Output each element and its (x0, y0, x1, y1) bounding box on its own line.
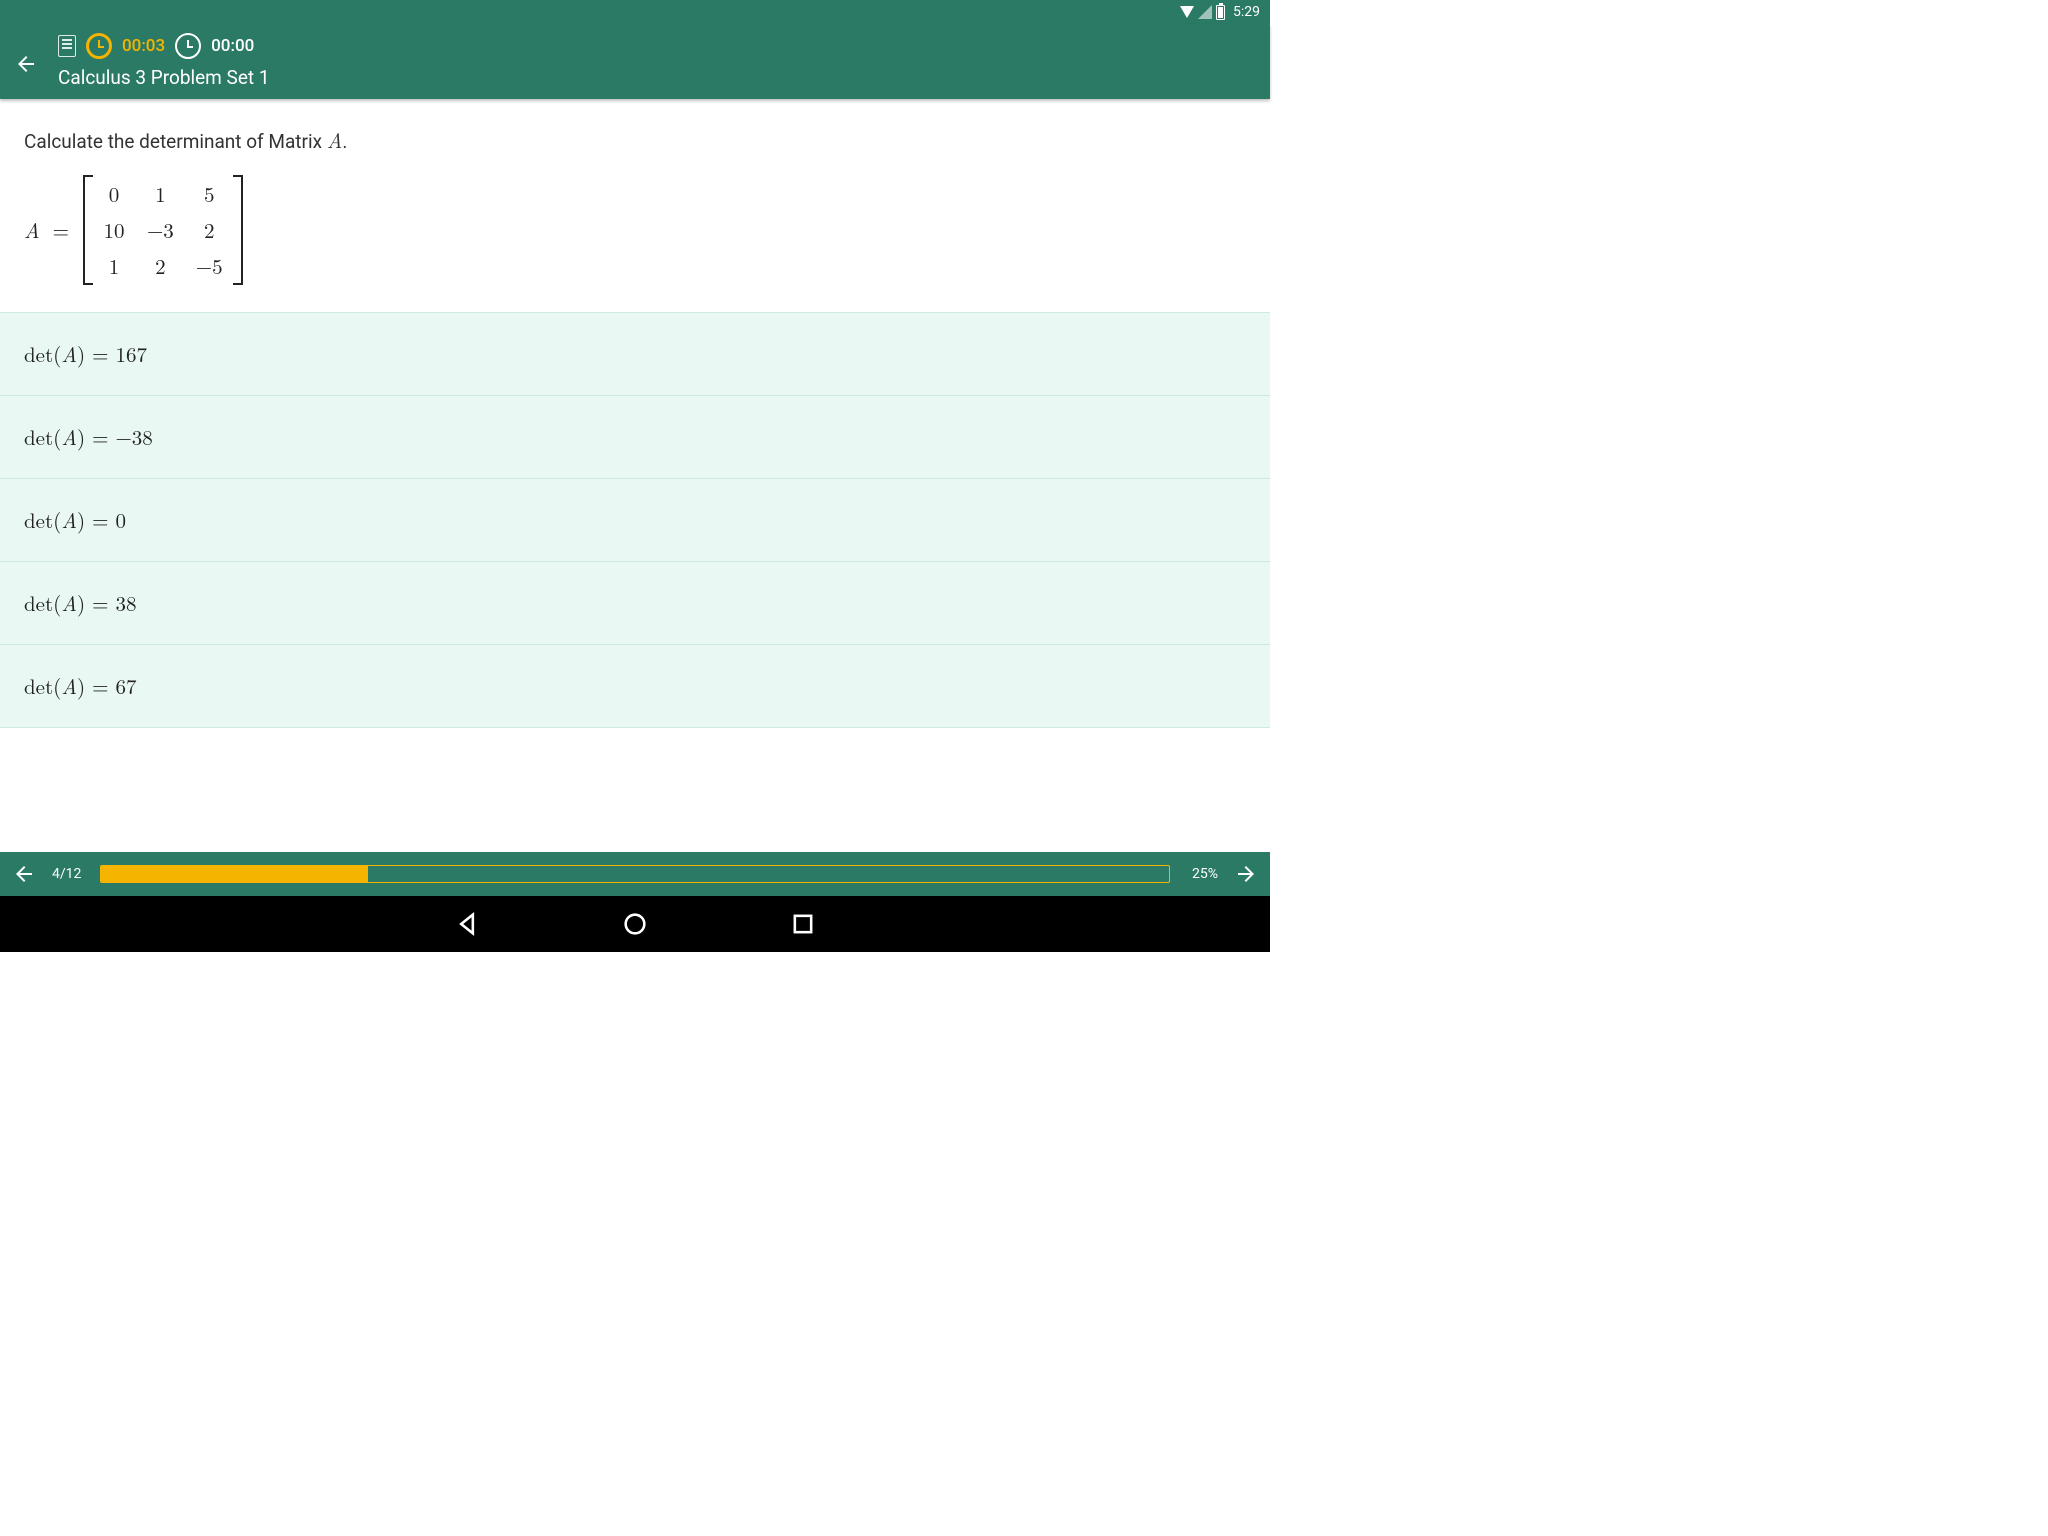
total-time: 00:00 (211, 36, 254, 56)
m00: 0 (103, 179, 125, 209)
answer-option-4[interactable]: det(A) = 67 (0, 644, 1270, 728)
answer-value: 167 (115, 339, 147, 369)
bracket-right-icon (233, 175, 243, 285)
prompt-prefix: Calculate the determinant of Matrix (24, 130, 327, 153)
elapsed-timer-icon (86, 33, 112, 59)
signal-icon (1198, 5, 1212, 19)
circle-home-icon (621, 910, 649, 938)
prompt-symbol: A (327, 125, 343, 155)
next-question-button[interactable] (1232, 860, 1260, 888)
m02: 5 (196, 179, 223, 209)
arrow-right-icon (1234, 862, 1258, 886)
bottom-bar: 4/12 25% (0, 852, 1270, 896)
prompt-suffix: . (342, 130, 347, 153)
back-button[interactable] (12, 40, 40, 88)
m01: 1 (147, 179, 174, 209)
status-clock: 5:29 (1233, 4, 1260, 20)
square-recent-icon (789, 910, 817, 938)
triangle-back-icon (453, 910, 481, 938)
answer-value: 38 (115, 588, 136, 618)
answer-option-2[interactable]: det(A) = 0 (0, 478, 1270, 562)
m22: −5 (196, 251, 223, 281)
elapsed-time: 00:03 (122, 36, 165, 56)
question-counter: 4/12 (52, 866, 86, 882)
question-block: Calculate the determinant of Matrix A. A… (0, 99, 1270, 313)
progress-fill (101, 866, 368, 882)
matrix-var: A (24, 215, 40, 245)
android-nav-bar (0, 896, 1270, 952)
android-recent-button[interactable] (789, 910, 817, 938)
android-back-button[interactable] (453, 910, 481, 938)
matrix-definition: A = 0 1 5 10 −3 2 1 2 −5 (24, 175, 1246, 285)
answer-option-3[interactable]: det(A) = 38 (0, 561, 1270, 645)
bracket-left-icon (83, 175, 93, 285)
question-prompt: Calculate the determinant of Matrix A. (24, 125, 1246, 155)
prev-question-button[interactable] (10, 860, 38, 888)
matrix-grid: 0 1 5 10 −3 2 1 2 −5 (93, 175, 233, 285)
battery-charging-icon (1216, 5, 1225, 20)
page-title: Calculus 3 Problem Set 1 (58, 66, 270, 89)
arrow-left-icon (12, 862, 36, 886)
status-bar: 5:29 (0, 0, 1270, 24)
answer-value: 0 (115, 505, 126, 535)
m12: 2 (196, 215, 223, 245)
answer-list: det(A) = 167 det(A) = −38 det(A) = 0 det… (0, 313, 1270, 728)
m20: 1 (103, 251, 125, 281)
total-timer-icon (175, 33, 201, 59)
answer-option-0[interactable]: det(A) = 167 (0, 312, 1270, 396)
wifi-icon (1180, 6, 1194, 18)
app-bar: 00:03 00:00 Calculus 3 Problem Set 1 (0, 24, 1270, 99)
m21: 2 (147, 251, 174, 281)
document-icon (58, 35, 76, 57)
m11: −3 (147, 215, 174, 245)
answer-value: −38 (115, 422, 152, 452)
answer-value: 67 (115, 671, 136, 701)
progress-bar (100, 865, 1170, 883)
android-home-button[interactable] (621, 910, 649, 938)
progress-percent: 25% (1184, 866, 1218, 882)
answer-option-1[interactable]: det(A) = −38 (0, 395, 1270, 479)
arrow-left-icon (14, 52, 38, 76)
matrix-eq: = (46, 215, 69, 245)
m10: 10 (103, 215, 125, 245)
